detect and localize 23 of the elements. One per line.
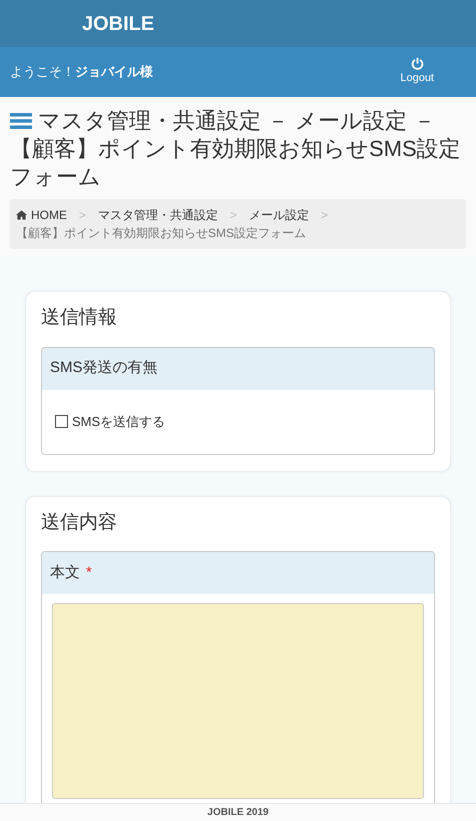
greeting-text: ようこそ！ xyxy=(10,63,75,82)
breadcrumb-link[interactable]: 【顧客】ポイント有効期限お知らせSMS設定フォーム xyxy=(16,224,306,242)
breadcrumb-separator: > xyxy=(230,207,238,224)
field-label: 本文 xyxy=(50,562,80,583)
logout-button[interactable]: Logout xyxy=(400,57,434,87)
field-label: SMS発送の有無 xyxy=(50,358,158,378)
breadcrumb-separator: > xyxy=(321,207,328,224)
page-title: マスタ管理・共通設定 － メール設定 －【顧客】ポイント有効期限お知らせSMS設定フォーム xyxy=(10,107,462,191)
breadcrumb-link[interactable]: メール設定 xyxy=(249,206,310,224)
home-icon xyxy=(16,210,27,220)
footer-text: JOBILE 2019 xyxy=(207,806,269,820)
breadcrumb-separator: > xyxy=(79,207,86,224)
menu-icon xyxy=(10,113,32,129)
power-icon xyxy=(410,57,424,70)
user-name: ジョバイル様 xyxy=(75,63,153,82)
required-mark: * xyxy=(86,562,92,583)
checkbox[interactable] xyxy=(55,415,68,428)
section-title: 送信情報 xyxy=(41,306,118,330)
section-title: 送信内容 xyxy=(41,510,118,534)
app-logo[interactable]: JOBILE xyxy=(82,8,154,38)
breadcrumb-link[interactable]: マスタ管理・共通設定 xyxy=(98,206,218,224)
home-link[interactable]: HOME xyxy=(16,206,67,224)
sms-checkbox-option[interactable]: SMSを送信する xyxy=(55,412,166,432)
